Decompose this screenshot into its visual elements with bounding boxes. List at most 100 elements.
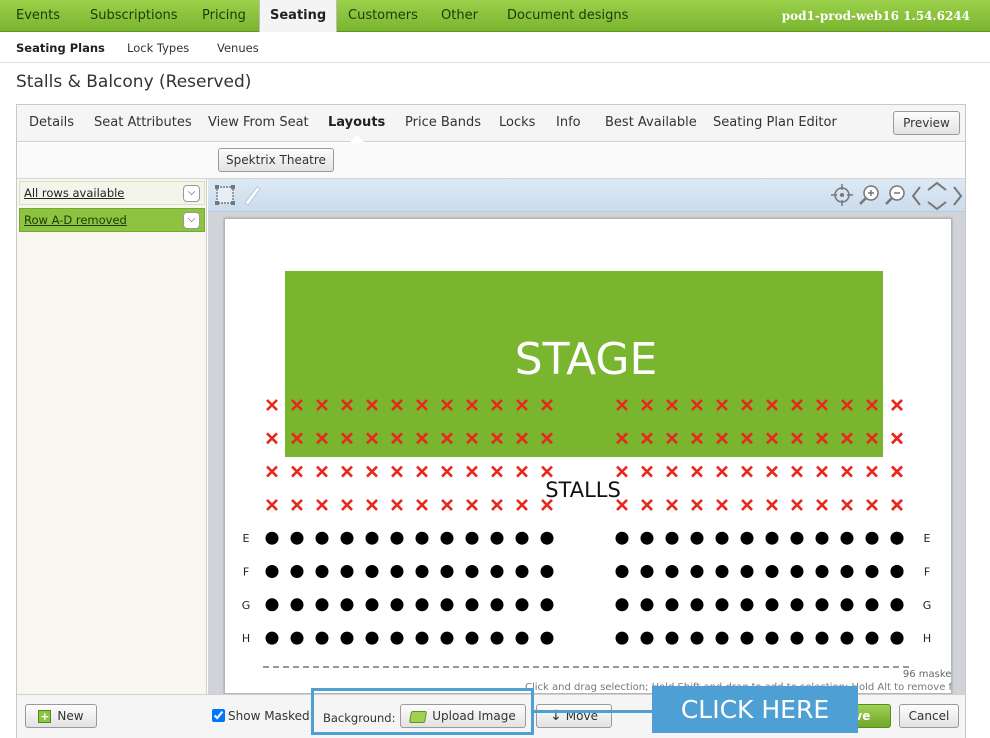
masked-seat[interactable]	[841, 498, 853, 511]
zoom-in-icon[interactable]	[858, 183, 882, 207]
masked-seat[interactable]	[791, 498, 803, 511]
seat[interactable]	[390, 565, 404, 578]
seat[interactable]	[440, 531, 454, 545]
seat[interactable]	[490, 531, 504, 545]
pan-arrows-icon[interactable]	[910, 181, 964, 211]
seat[interactable]	[640, 565, 654, 578]
seat[interactable]	[490, 631, 504, 645]
masked-seat[interactable]	[341, 498, 353, 511]
seat[interactable]	[715, 598, 729, 612]
seat[interactable]	[265, 631, 279, 645]
subnav-seating-plans[interactable]: Seating Plans	[16, 33, 105, 63]
seat[interactable]	[415, 598, 429, 612]
seat[interactable]	[440, 565, 454, 578]
masked-seat[interactable]	[516, 465, 528, 478]
seat[interactable]	[740, 531, 754, 545]
seat[interactable]	[815, 631, 829, 645]
tab-seat-attributes[interactable]: Seat Attributes	[94, 105, 192, 141]
masked-seat[interactable]	[441, 498, 453, 511]
chevron-down-icon[interactable]: ⌵	[183, 185, 200, 202]
masked-seat[interactable]	[391, 465, 403, 478]
seat[interactable]	[815, 531, 829, 545]
masked-seat[interactable]	[691, 498, 703, 511]
masked-seat[interactable]	[266, 498, 278, 511]
seat[interactable]	[415, 531, 429, 545]
seat[interactable]	[740, 598, 754, 612]
seat[interactable]	[840, 598, 854, 612]
seat[interactable]	[465, 598, 479, 612]
seat[interactable]	[865, 531, 879, 545]
seat[interactable]	[865, 565, 879, 578]
seat[interactable]	[790, 565, 804, 578]
masked-seat[interactable]	[266, 465, 278, 478]
nav-other[interactable]: Other	[441, 0, 478, 32]
seat[interactable]	[340, 531, 354, 545]
masked-seat[interactable]	[366, 498, 378, 511]
masked-seat[interactable]	[716, 465, 728, 478]
masked-seat[interactable]	[791, 465, 803, 478]
seat[interactable]	[465, 531, 479, 545]
masked-seat[interactable]	[416, 465, 428, 478]
subnav-venues[interactable]: Venues	[217, 33, 259, 63]
masked-seat[interactable]	[366, 465, 378, 478]
seat[interactable]	[890, 565, 904, 578]
seat[interactable]	[840, 531, 854, 545]
nav-seating[interactable]: Seating	[259, 0, 338, 32]
masked-seat[interactable]	[866, 465, 878, 478]
chevron-down-icon[interactable]: ⌵	[183, 212, 200, 229]
seat[interactable]	[715, 631, 729, 645]
seat[interactable]	[740, 565, 754, 578]
masked-seat[interactable]	[891, 399, 903, 411]
layout-item-all-rows[interactable]: All rows available ⌵	[19, 181, 205, 205]
masked-seat[interactable]	[691, 465, 703, 478]
masked-seat[interactable]	[666, 498, 678, 511]
masked-seat[interactable]	[541, 465, 553, 478]
seat[interactable]	[390, 631, 404, 645]
tab-price-bands[interactable]: Price Bands	[405, 105, 481, 141]
seat[interactable]	[365, 531, 379, 545]
masked-seat[interactable]	[291, 465, 303, 478]
seat[interactable]	[265, 598, 279, 612]
nav-events[interactable]: Events	[16, 0, 60, 32]
seat[interactable]	[415, 565, 429, 578]
masked-seat[interactable]	[841, 465, 853, 478]
seat[interactable]	[890, 631, 904, 645]
masked-seat[interactable]	[466, 498, 478, 511]
masked-seat[interactable]	[616, 465, 628, 478]
seat[interactable]	[515, 565, 529, 578]
layout-item-label[interactable]: Row A-D removed	[24, 213, 127, 227]
seat[interactable]	[365, 598, 379, 612]
seat[interactable]	[665, 565, 679, 578]
tab-layouts[interactable]: Layouts	[328, 105, 385, 142]
seat[interactable]	[890, 531, 904, 545]
seat[interactable]	[665, 531, 679, 545]
masked-seat[interactable]	[891, 498, 903, 511]
masked-seat[interactable]	[741, 465, 753, 478]
seat[interactable]	[490, 565, 504, 578]
seat[interactable]	[665, 598, 679, 612]
venue-button[interactable]: Spektrix Theatre	[218, 148, 334, 172]
masked-seat[interactable]	[316, 498, 328, 511]
masked-seat[interactable]	[766, 465, 778, 478]
tab-details[interactable]: Details	[29, 105, 74, 141]
seat[interactable]	[690, 565, 704, 578]
masked-seat[interactable]	[641, 498, 653, 511]
seat[interactable]	[715, 531, 729, 545]
masked-seat[interactable]	[741, 498, 753, 511]
seat[interactable]	[465, 565, 479, 578]
seat[interactable]	[815, 598, 829, 612]
seat[interactable]	[465, 631, 479, 645]
seat[interactable]	[390, 598, 404, 612]
seat[interactable]	[440, 631, 454, 645]
seat[interactable]	[290, 598, 304, 612]
seat[interactable]	[365, 631, 379, 645]
cancel-button[interactable]: Cancel	[899, 704, 959, 728]
seat[interactable]	[365, 565, 379, 578]
masked-seat[interactable]	[391, 498, 403, 511]
seat[interactable]	[690, 531, 704, 545]
masked-seat[interactable]	[816, 498, 828, 511]
tab-best-available[interactable]: Best Available	[605, 105, 697, 141]
subnav-lock-types[interactable]: Lock Types	[127, 33, 189, 63]
nav-customers[interactable]: Customers	[348, 0, 418, 32]
nav-document-designs[interactable]: Document designs	[507, 0, 628, 32]
